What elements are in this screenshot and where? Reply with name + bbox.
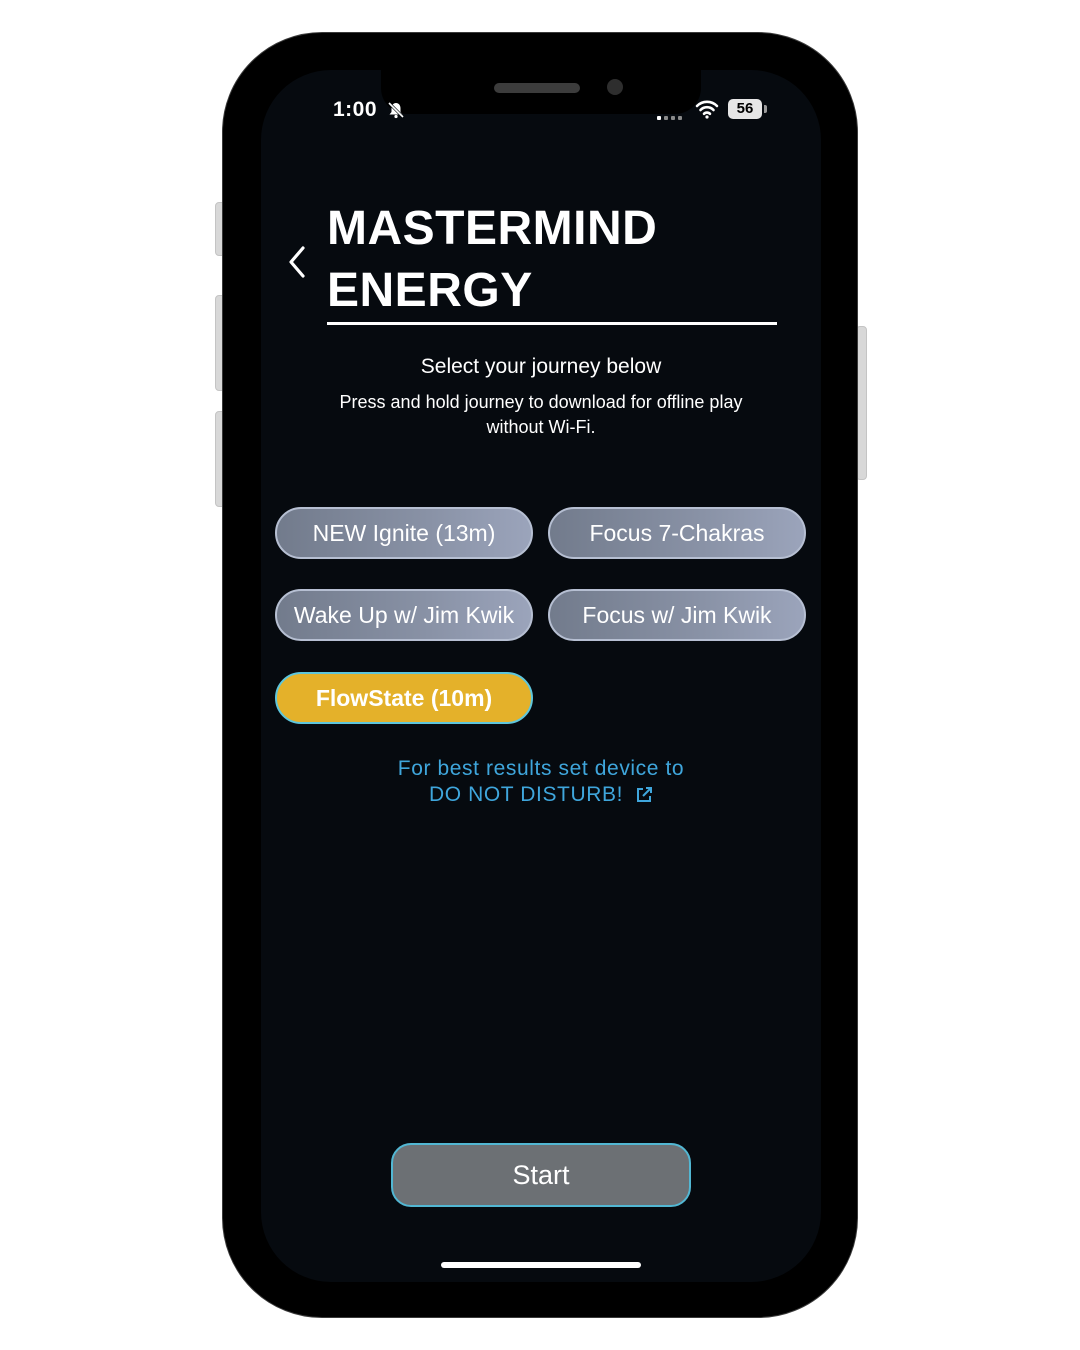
- dnd-notice-line-2: DO NOT DISTURB!: [428, 783, 624, 806]
- app-screen: 1:00 56 MASTERMIND ENERGY Select your jo…: [261, 70, 821, 1282]
- dnd-notice-line-1: For best results set device to: [397, 757, 685, 780]
- status-time: 1:00: [333, 98, 378, 121]
- front-camera: [607, 79, 623, 95]
- cellular-signal-icon: [657, 116, 682, 120]
- battery-cap: [764, 105, 767, 113]
- title-underline: [327, 322, 777, 325]
- page-title-line-2: ENERGY: [327, 264, 533, 317]
- page-title: MASTERMIND ENERGY: [327, 198, 787, 322]
- journey-new-ignite[interactable]: NEW Ignite (13m): [275, 507, 533, 559]
- bell-muted-icon: [387, 101, 405, 119]
- external-link-icon: [637, 787, 653, 802]
- battery-level: 56: [728, 99, 762, 119]
- chevron-left-icon[interactable]: [281, 242, 315, 282]
- earpiece-speaker: [494, 83, 580, 93]
- home-indicator[interactable]: [441, 1262, 641, 1268]
- journey-flowstate[interactable]: FlowState (10m): [275, 672, 533, 724]
- stage: 1:00 56 MASTERMIND ENERGY Select your jo…: [0, 0, 1080, 1350]
- wifi-icon: [695, 100, 719, 119]
- phone-frame: 1:00 56 MASTERMIND ENERGY Select your jo…: [222, 32, 858, 1318]
- offline-download-hint: Press and hold journey to download for o…: [339, 392, 743, 437]
- dnd-notice: For best results set device to DO NOT DI…: [321, 756, 761, 808]
- page-title-line-1: MASTERMIND: [327, 202, 658, 255]
- start-button[interactable]: Start: [391, 1143, 691, 1207]
- journey-focus-7-chakras[interactable]: Focus 7-Chakras: [548, 507, 806, 559]
- journey-subtitle: Select your journey below: [420, 355, 662, 378]
- journey-wake-up-jim-kwik[interactable]: Wake Up w/ Jim Kwik: [275, 589, 533, 641]
- dnd-settings-link[interactable]: DO NOT DISTURB!: [429, 782, 653, 808]
- journey-focus-jim-kwik[interactable]: Focus w/ Jim Kwik: [548, 589, 806, 641]
